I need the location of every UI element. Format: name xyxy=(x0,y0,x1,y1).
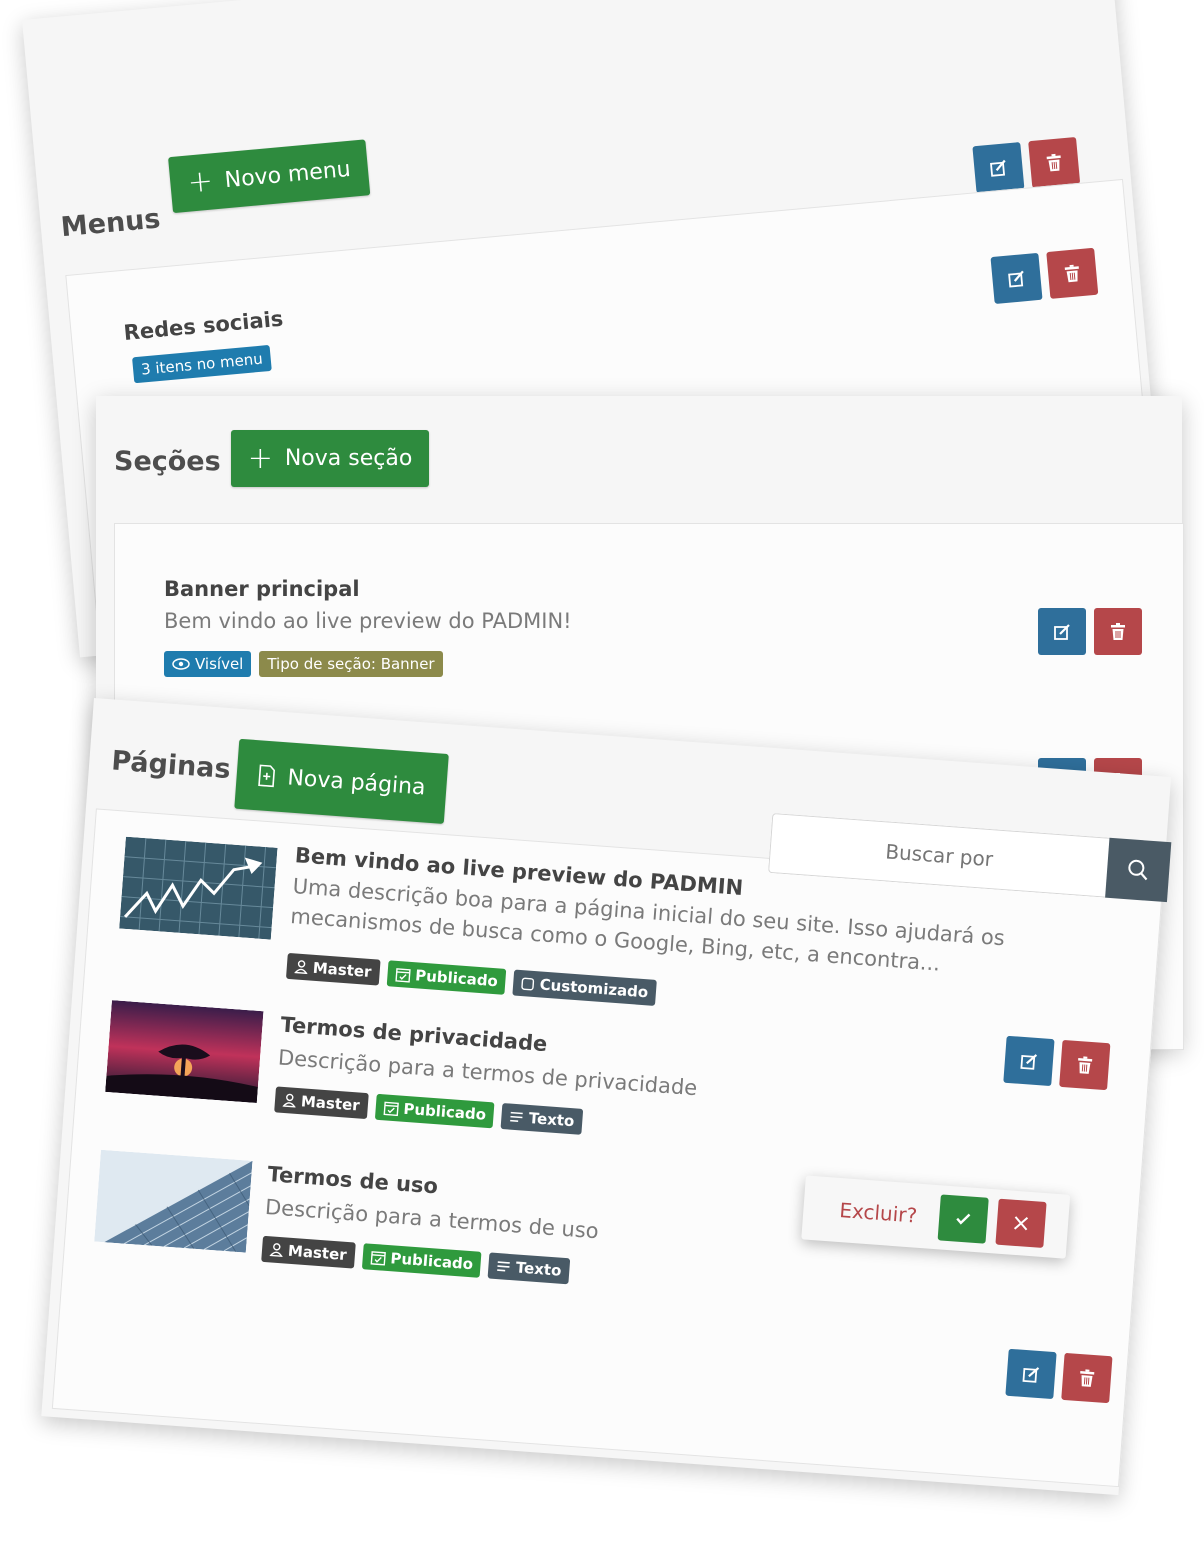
section-badges: Visível Tipo de seção: Banner xyxy=(164,651,443,677)
close-icon xyxy=(1013,1216,1028,1231)
user-icon xyxy=(282,1093,296,1108)
calendar-check-icon xyxy=(395,967,411,983)
delete-button[interactable] xyxy=(1094,608,1142,655)
page-thumbnail-glass-building xyxy=(94,1149,253,1253)
page-item-actions xyxy=(1003,1035,1111,1091)
page-thumbnail-stock-chart xyxy=(119,836,278,940)
paginas-title: Páginas xyxy=(110,745,232,786)
menus-title: Menus xyxy=(59,203,162,244)
file-plus-icon xyxy=(258,764,275,788)
check-icon xyxy=(956,1213,971,1225)
section-type-badge: Tipo de seção: Banner xyxy=(259,651,443,677)
edit-icon xyxy=(1020,1053,1038,1070)
edit-icon xyxy=(1054,623,1070,640)
delete-button[interactable] xyxy=(1046,247,1099,299)
user-icon xyxy=(294,960,308,975)
edit-icon xyxy=(989,159,1006,177)
section-item-title: Banner principal xyxy=(164,577,360,601)
edit-button[interactable] xyxy=(1005,1348,1057,1400)
search-icon xyxy=(1128,859,1148,881)
menu-items-count-badge: 3 itens no menu xyxy=(132,344,272,384)
search-button[interactable] xyxy=(1105,837,1172,903)
page-thumbnail-tree-sunset xyxy=(105,1000,264,1104)
delete-button[interactable] xyxy=(1059,1039,1111,1091)
edit-button[interactable] xyxy=(990,252,1043,305)
eye-icon xyxy=(172,658,190,670)
new-menu-button[interactable]: + Novo menu xyxy=(168,139,371,214)
paginas-card: Páginas Nova página Bem vindo ao live pr… xyxy=(41,698,1172,1496)
new-section-button[interactable]: + Nova seção xyxy=(231,430,429,487)
edit-button[interactable] xyxy=(1003,1035,1055,1087)
page-item-actions-3 xyxy=(1005,1348,1113,1404)
section-item-actions xyxy=(1038,608,1142,655)
confirm-delete-button[interactable] xyxy=(937,1194,989,1244)
menu-item-actions xyxy=(990,247,1099,305)
trash-icon xyxy=(1078,1055,1093,1074)
secoes-title: Seções xyxy=(114,446,221,477)
menu-item-badge-wrap: 3 itens no menu xyxy=(132,344,272,384)
delete-button[interactable] xyxy=(1061,1352,1113,1404)
edit-button[interactable] xyxy=(972,142,1025,194)
text-lines-icon xyxy=(497,1261,511,1272)
trash-icon xyxy=(1111,622,1125,640)
edit-button[interactable] xyxy=(1038,608,1086,655)
trash-icon xyxy=(1064,264,1079,282)
delete-button[interactable] xyxy=(1028,136,1081,189)
edit-icon xyxy=(1008,270,1024,288)
new-page-button[interactable]: Nova página xyxy=(234,738,449,824)
square-icon xyxy=(521,977,535,990)
text-lines-icon xyxy=(510,1111,524,1123)
calendar-check-icon xyxy=(383,1101,399,1116)
cancel-delete-button[interactable] xyxy=(995,1198,1047,1248)
plus-icon: + xyxy=(247,440,273,476)
trash-icon xyxy=(1080,1368,1095,1387)
menu-item-title: Redes sociais xyxy=(122,306,285,346)
plus-icon: + xyxy=(186,163,215,201)
delete-confirm-label: Excluir? xyxy=(838,1198,918,1228)
calendar-check-icon xyxy=(370,1250,386,1266)
section-item-description: Bem vindo ao live preview do PADMIN! xyxy=(164,609,572,633)
visible-badge: Visível xyxy=(164,651,252,677)
edit-icon xyxy=(1022,1366,1040,1383)
user-icon xyxy=(269,1243,284,1258)
trash-icon xyxy=(1046,153,1061,171)
